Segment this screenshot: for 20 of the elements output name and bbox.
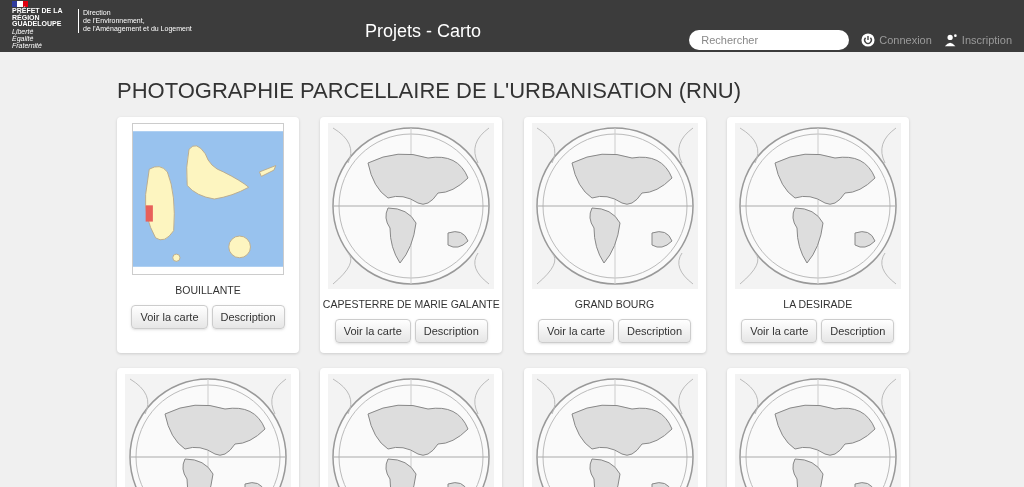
page-heading: PHOTOGRAPHIE PARCELLAIRE DE L'URBANISATION (RNU) xyxy=(117,77,742,105)
search-field[interactable]: Rechercher xyxy=(689,30,850,50)
nav-link[interactable]: Connexion xyxy=(861,31,932,49)
power-icon xyxy=(861,33,876,47)
card-button[interactable]: Description xyxy=(414,318,488,344)
card-title: CAPESTERRE DE MARIE GALANTE xyxy=(322,297,500,312)
nav-link[interactable]: Inscription xyxy=(943,31,1012,49)
card-button[interactable]: Description xyxy=(821,318,895,344)
card-button[interactable]: Voir la carte xyxy=(537,318,615,344)
card-button[interactable]: Voir la carte xyxy=(741,318,818,344)
user-icon xyxy=(943,33,958,47)
flag-icon xyxy=(12,1,28,7)
card-button[interactable]: Description xyxy=(211,304,285,330)
card-title: LA DESIRADE xyxy=(783,297,853,312)
card-title: GRAND BOURG xyxy=(574,297,655,312)
card-button[interactable]: Voir la carte xyxy=(131,304,208,330)
card-button[interactable]: Description xyxy=(618,318,692,344)
card-title: BOUILLANTE xyxy=(175,283,241,298)
site-title: Projets - Carto xyxy=(365,20,482,42)
card-button[interactable]: Voir la carte xyxy=(334,318,411,344)
